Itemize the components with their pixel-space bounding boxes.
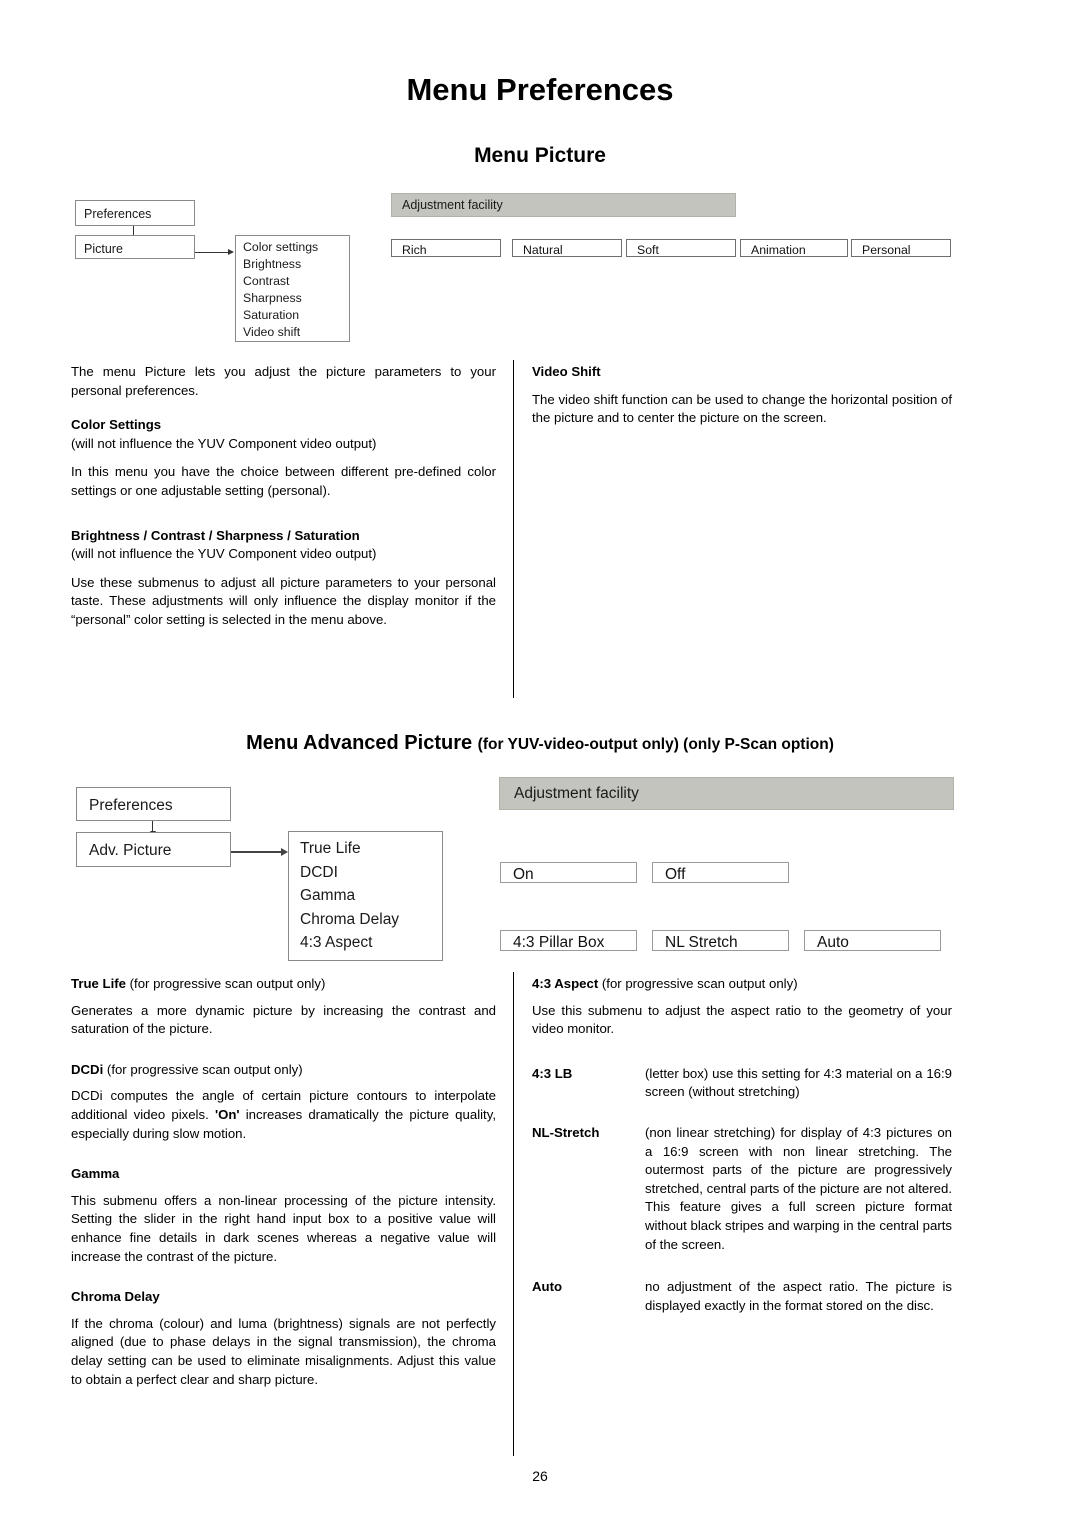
diagram1-arrow-down-icon (130, 226, 137, 240)
body-chroma-delay: If the chroma (colour) and luma (brightn… (71, 1315, 496, 1387)
preset-option-soft-label: Soft (637, 243, 659, 257)
section-heading-menu-picture: Menu Picture (474, 144, 606, 167)
preset-option-natural[interactable]: Natural (512, 239, 622, 257)
body-dcdi-emphasis: 'On' (214, 1106, 240, 1122)
body-dcdi: DCDi computes the angle of certain pictu… (71, 1087, 496, 1143)
list-item[interactable]: Chroma Delay (300, 908, 431, 932)
definition-row-4-3-lb: 4:3 LB (letter box) use this setting for… (532, 1065, 952, 1102)
heading-brightness-contrast-sharpness-saturation: Brightness / Contrast / Sharpness / Satu… (71, 527, 360, 543)
diagram2-node-adv-picture[interactable]: Adv. Picture (76, 832, 231, 867)
definition-desc-auto: no adjustment of the aspect ratio. The p… (645, 1279, 952, 1313)
definition-term-4-3-lb: 4:3 LB (532, 1065, 573, 1081)
diagram1-node-picture[interactable]: Picture (75, 235, 195, 259)
diagram1-adjustment-facility-bar: Adjustment facility (391, 193, 736, 217)
diagram1-submenu-list: Color settings Brightness Contrast Sharp… (235, 235, 350, 342)
diagram2-arrow-right-icon (231, 848, 288, 855)
list-item[interactable]: Contrast (243, 273, 342, 290)
toggle-option-on-label: On (513, 866, 534, 883)
heading-dcdi-note: (for progressive scan output only) (106, 1061, 303, 1077)
preset-option-animation-label: Animation (751, 243, 806, 257)
menu-picture-right-column: Video Shift The video shift function can… (532, 363, 952, 428)
body-color-settings: In this menu you have the choice between… (71, 464, 496, 498)
diagram1-adjustment-facility-label: Adjustment facility (402, 198, 503, 212)
preset-option-soft[interactable]: Soft (626, 239, 736, 257)
preset-option-rich-label: Rich (402, 243, 427, 257)
list-item[interactable]: Color settings (243, 239, 342, 256)
heading-aspect: 4:3 Aspect (for progressive scan output … (532, 975, 952, 994)
definition-desc-nl-stretch: (non linear stretching) for display of 4… (645, 1124, 952, 1252)
list-item[interactable]: Brightness (243, 256, 342, 273)
definition-row-auto: Auto no adjustment of the aspect ratio. … (532, 1278, 952, 1315)
document-page: Menu Preferences Menu Picture Preference… (0, 0, 1080, 1528)
heading-true-life-term: True Life (71, 976, 126, 991)
diagram1-node-preferences-label: Preferences (84, 207, 152, 221)
list-item[interactable]: DCDI (300, 861, 431, 885)
heading-chroma-delay: Chroma Delay (71, 1289, 160, 1305)
menu-picture-left-column: The menu Picture lets you adjust the pic… (71, 363, 496, 630)
page-title: Menu Preferences (406, 72, 674, 107)
preset-option-personal-label: Personal (862, 243, 911, 257)
note-brightness-contrast-sharpness-saturation: (will not influence the YUV Component vi… (71, 546, 377, 562)
body-video-shift: The video shift function can be used to … (532, 391, 952, 426)
section-heading-main: Menu Advanced Picture (246, 732, 473, 754)
page-number: 26 (532, 1468, 548, 1484)
definition-term-auto: Auto (532, 1279, 563, 1295)
column-divider-top (513, 360, 514, 698)
preset-option-personal[interactable]: Personal (851, 239, 951, 257)
preset-option-rich[interactable]: Rich (391, 239, 501, 257)
column-divider-bottom (513, 972, 514, 1456)
body-gamma: This submenu offers a non-linear process… (71, 1192, 496, 1264)
body-aspect: Use this submenu to adjust the aspect ra… (532, 1002, 952, 1037)
diagram2-adjustment-facility-label: Adjustment facility (514, 785, 639, 802)
toggle-option-off[interactable]: Off (652, 862, 789, 883)
section-heading-sub: (for YUV-video-output only) (only P-Scan… (477, 736, 834, 753)
diagram2-submenu-list: True Life DCDI Gamma Chroma Delay 4:3 As… (288, 831, 443, 961)
list-item[interactable]: Saturation (243, 307, 342, 324)
heading-gamma: Gamma (71, 1166, 120, 1182)
list-item[interactable]: Gamma (300, 884, 431, 908)
body-brightness-contrast-sharpness-saturation: Use these submenus to adjust all picture… (71, 574, 496, 627)
heading-video-shift: Video Shift (532, 364, 601, 379)
preset-option-animation[interactable]: Animation (740, 239, 848, 257)
preset-option-natural-label: Natural (523, 243, 563, 257)
diagram2-adjustment-facility-bar: Adjustment facility (499, 777, 954, 810)
definition-term-nl-stretch: NL-Stretch (532, 1124, 600, 1140)
definition-row-nl-stretch: NL-Stretch (non linear stretching) for d… (532, 1124, 952, 1254)
body-true-life: Generates a more dynamic picture by incr… (71, 1002, 496, 1037)
diagram1-node-preferences[interactable]: Preferences (75, 200, 195, 226)
heading-true-life: True Life (for progressive scan output o… (71, 975, 496, 994)
aspect-option-auto[interactable]: Auto (804, 930, 941, 951)
toggle-option-off-label: Off (665, 866, 686, 883)
diagram1-node-picture-label: Picture (84, 242, 123, 256)
list-item[interactable]: Video shift (243, 324, 342, 341)
advanced-picture-left-column: True Life (for progressive scan output o… (71, 975, 496, 1389)
list-item[interactable]: Sharpness (243, 290, 342, 307)
heading-color-settings: Color Settings (71, 417, 162, 433)
aspect-option-auto-label: Auto (817, 934, 849, 951)
diagram2-node-adv-picture-label: Adv. Picture (89, 842, 172, 859)
advanced-picture-right-column: 4:3 Aspect (for progressive scan output … (532, 975, 952, 1337)
toggle-option-on[interactable]: On (500, 862, 637, 883)
aspect-option-pillar-box-label: 4:3 Pillar Box (513, 934, 605, 951)
note-color-settings: (will not influence the YUV Component vi… (71, 435, 377, 451)
aspect-option-nl-stretch[interactable]: NL Stretch (652, 930, 789, 951)
list-item[interactable]: 4:3 Aspect (300, 931, 431, 955)
heading-dcdi-term: DCDi (71, 1061, 104, 1077)
diagram2-node-preferences-label: Preferences (89, 797, 173, 814)
heading-aspect-term: 4:3 Aspect (532, 976, 599, 991)
heading-aspect-note: (for progressive scan output only) (601, 976, 798, 991)
intro-paragraph: The menu Picture lets you adjust the pic… (71, 364, 496, 398)
diagram1-arrow-right-icon (195, 249, 234, 255)
aspect-option-nl-stretch-label: NL Stretch (665, 934, 738, 951)
section-heading-menu-advanced-picture: Menu Advanced Picture (for YUV-video-out… (0, 732, 1080, 755)
diagram2-node-preferences[interactable]: Preferences (76, 787, 231, 821)
heading-true-life-note: (for progressive scan output only) (129, 976, 326, 991)
list-item[interactable]: True Life (300, 837, 431, 861)
definition-desc-4-3-lb: (letter box) use this setting for 4:3 ma… (645, 1065, 952, 1100)
aspect-option-pillar-box[interactable]: 4:3 Pillar Box (500, 930, 637, 951)
diagram2-arrow-down-icon (149, 821, 156, 836)
heading-dcdi: DCDi (for progressive scan output only) (71, 1061, 496, 1080)
